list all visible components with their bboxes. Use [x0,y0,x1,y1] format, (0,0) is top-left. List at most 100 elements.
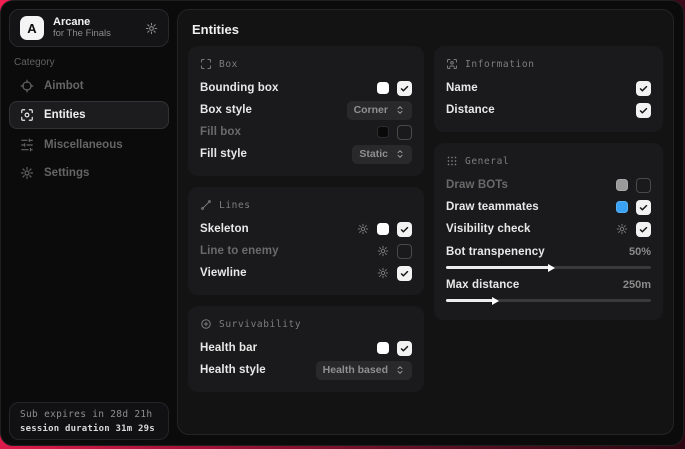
toggle-row: Draw teammates [446,196,651,218]
checkbox[interactable] [397,81,412,96]
checkbox[interactable] [397,266,412,281]
row-label: Fill style [200,148,352,160]
sidebar-nav: Aimbot Entities Miscellaneous Settings [9,73,169,185]
row-controls [616,222,651,237]
checkbox[interactable] [636,178,651,193]
chevrons-up-down-icon [395,365,405,375]
row-label: Viewline [200,267,377,279]
dots-grid-icon [446,155,458,167]
select-button[interactable]: Corner [347,101,412,120]
select-row: Fill styleStatic [200,143,412,165]
slider-thumb[interactable] [492,297,499,305]
slider-fill [446,299,493,302]
row-label: Draw teammates [446,201,616,213]
brand-text: Arcane for The Finals [53,16,111,40]
row-label: Health bar [200,342,377,354]
gear-icon[interactable] [377,245,389,257]
toggle-row: Visibility check [446,218,651,240]
sidebar-item-entities[interactable]: Entities [9,101,169,129]
checkbox[interactable] [397,244,412,259]
sidebar-item-label: Miscellaneous [44,139,123,151]
row-controls [377,81,412,96]
slider-row: Bot transpenency50% [446,243,651,269]
checkbox[interactable] [636,200,651,215]
sidebar-item-settings[interactable]: Settings [9,160,169,185]
toggle-row: Line to enemy [200,240,412,262]
toggle-row: Viewline [200,262,412,284]
toggle-row: Draw BOTs [446,174,651,196]
row-label: Line to enemy [200,245,377,257]
color-swatch[interactable] [616,201,628,213]
gear-icon [20,166,34,180]
sliders-icon [20,138,34,152]
crosshair-icon [20,79,34,93]
color-swatch[interactable] [377,342,389,354]
color-swatch[interactable] [377,223,389,235]
slider-row: Max distance250m [446,276,651,302]
select-value: Corner [354,104,388,116]
card-columns: BoxBounding boxBox styleCornerFill boxFi… [178,46,673,392]
card-header: General [446,153,651,169]
entities-scan-icon [20,108,34,122]
sidebar-item-miscellaneous[interactable]: Miscellaneous [9,132,169,157]
card-title: Information [465,59,535,70]
sidebar-item-label: Aimbot [44,80,84,92]
toggle-row: Bounding box [200,77,412,99]
brand-card: A Arcane for The Finals [9,9,169,47]
slider-track[interactable] [446,299,651,302]
row-controls: Health based [316,361,412,380]
checkbox[interactable] [397,125,412,140]
checkbox[interactable] [636,81,651,96]
row-label: Bot transpenency [446,246,629,258]
card-box: BoxBounding boxBox styleCornerFill boxFi… [188,46,424,176]
slider-track[interactable] [446,266,651,269]
gear-icon[interactable] [616,223,628,235]
toggle-row: Fill box [200,121,412,143]
card-title: Lines [219,200,251,211]
info-scan-icon [446,58,458,70]
diagonal-line-icon [200,199,212,211]
select-button[interactable]: Static [352,145,412,164]
color-swatch[interactable] [616,179,628,191]
row-label: Max distance [446,279,623,291]
toggle-row: Name [446,77,651,99]
chevrons-up-down-icon [395,105,405,115]
card-header: Box [200,56,412,72]
slider-thumb[interactable] [548,264,555,272]
session-duration-text: session duration 31m 29s [20,422,158,436]
card-title: Survivability [219,319,301,330]
select-row: Box style Corner [200,99,412,121]
color-swatch[interactable] [377,126,389,138]
row-controls [377,125,412,140]
row-label: Visibility check [446,223,616,235]
card-survivability: SurvivabilityHealth barHealth styleHealt… [188,306,424,392]
toggle-row: Distance [446,99,651,121]
row-label: Box style [200,104,347,116]
row-label: Bounding box [200,82,377,94]
gear-icon[interactable] [145,22,158,35]
box-brackets-icon [200,58,212,70]
checkbox[interactable] [636,103,651,118]
color-swatch[interactable] [377,82,389,94]
row-controls [377,266,412,281]
app-subtitle: for The Finals [53,29,111,40]
checkbox[interactable] [397,222,412,237]
page-title: Entities [178,10,673,46]
card-title: General [465,156,509,167]
row-controls: Corner [347,101,412,120]
gear-icon[interactable] [357,223,369,235]
checkbox[interactable] [397,341,412,356]
gear-icon[interactable] [377,267,389,279]
toggle-row: Skeleton [200,218,412,240]
sub-expiry-text: Sub expires in 28d 21h [20,408,158,422]
card-header: Information [446,56,651,72]
subscription-card: Sub expires in 28d 21h session duration … [9,402,169,440]
checkbox[interactable] [636,222,651,237]
select-button[interactable]: Health based [316,361,412,380]
card-header: Lines [200,197,412,213]
app-window: A Arcane for The Finals Category AimbotE… [0,0,684,446]
chevrons-up-down-icon [395,149,405,159]
row-controls [636,103,651,118]
sidebar-item-aimbot[interactable]: Aimbot [9,73,169,98]
row-controls [616,200,651,215]
